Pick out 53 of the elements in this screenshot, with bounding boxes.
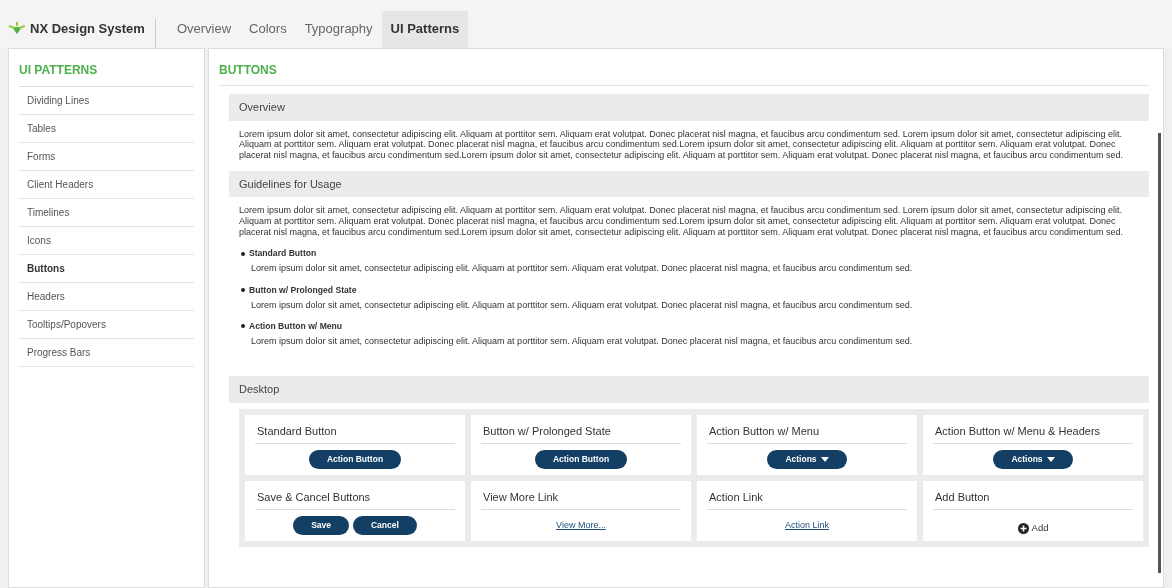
bullet-title: Standard Button: [249, 247, 317, 261]
action-button[interactable]: Save: [293, 516, 349, 536]
logo-icon: [8, 22, 26, 35]
text-link[interactable]: Action Link: [779, 518, 835, 534]
sidebar-item[interactable]: Forms: [19, 143, 194, 171]
actions-button[interactable]: Actions: [993, 450, 1073, 470]
section-heading: Desktop: [229, 376, 1149, 403]
nav-tab[interactable]: Colors: [240, 10, 296, 48]
text-link[interactable]: View More...: [550, 518, 612, 534]
caret-icon: [820, 457, 829, 463]
sidebar-title: UI PATTERNS: [19, 57, 194, 87]
bullet-title: Button w/ Prolonged State: [249, 283, 357, 297]
example-title: Standard Button: [255, 419, 455, 445]
bullet-icon: [241, 288, 245, 293]
page-title: BUTTONS: [219, 57, 1149, 86]
example-title: Action Button w/ Menu: [707, 419, 907, 445]
scrollbar[interactable]: [1158, 133, 1161, 573]
bullet-icon: [241, 251, 245, 256]
sidebar-item[interactable]: Client Headers: [19, 171, 194, 199]
bullet-icon: [241, 324, 245, 329]
sidebar-item[interactable]: Buttons: [19, 255, 194, 283]
section-text: Lorem ipsum dolor sit amet, consectetur adipiscing elit. Aliquam at porttitor sem. Aliquam erat volutpat. Donec placerat nisl magna, et faucibus arcu condimentum sed. Lorem ipsum dolor sit amet, consectetur adipiscing elit. Aliquam at porttitor sem. Aliquam erat volutpat. Donec placerat nisl magna, et faucibus arcu condimentum sed.Lorem ipsum dolor sit amet, consectetur adipiscing elit. Aliquam at porttitor sem. Aliquam erat volutpat. Donec placerat nisl magna, et faucibus arcu condimentum sed.Lorem ipsum dolor sit amet, consectetur adipiscing elit. Aliquam at porttitor sem. Aliquam erat volutpat. Donec placerat nisl magna, et faucibus arcu condimentum sed.: [239, 128, 1124, 161]
section-heading: Overview: [229, 94, 1149, 121]
nav-tab[interactable]: Overview: [167, 10, 241, 48]
sidebar-item[interactable]: Tables: [19, 115, 194, 143]
caret-icon: [1046, 457, 1055, 463]
nav-tab[interactable]: UI Patterns: [381, 10, 469, 48]
bullet-title: Action Button w/ Menu: [249, 320, 343, 333]
section-text: Lorem ipsum dolor sit amet, consectetur adipiscing elit. Aliquam at porttitor sem. Aliquam erat volutpat. Donec placerat nisl magna, et faucibus arcu condimentum sed. Lorem ipsum dolor sit amet, consectetur adipiscing elit. Aliquam at porttitor sem. Aliquam erat volutpat. Donec placerat nisl magna, et faucibus arcu condimentum sed.Lorem ipsum dolor sit amet, consectetur adipiscing elit. Aliquam at porttitor sem. Aliquam erat volutpat. Donec placerat nisl magna, et faucibus arcu condimentum sed.Lorem ipsum dolor sit amet, consectetur adipiscing elit. Aliquam at porttitor sem. Aliquam erat volutpat. Donec placerat nisl magna, et faucibus arcu condimentum sed.: [239, 205, 1124, 238]
action-button[interactable]: Action Button: [308, 450, 402, 470]
example-title: Save & Cancel Buttons: [255, 485, 455, 511]
sidebar-item[interactable]: Tooltips/Popovers: [19, 311, 194, 339]
bullet-text: Lorem ipsum dolor sit amet, consectetur adipiscing elit. Aliquam at porttitor sem. Aliquam erat volutpat. Donec placerat nisl magna, et faucibus arcu condimentum sed.: [251, 262, 914, 276]
bullet-text: Lorem ipsum dolor sit amet, consectetur adipiscing elit. Aliquam at porttitor sem. Aliquam erat volutpat. Donec placerat nisl magna, et faucibus arcu condimentum sed.: [251, 298, 914, 312]
nav-tab[interactable]: Typography: [295, 10, 382, 48]
sidebar-item[interactable]: Headers: [19, 283, 194, 311]
section-heading: Guidelines for Usage: [229, 170, 1149, 198]
example-title: Add Button: [933, 485, 1133, 511]
sidebar-item[interactable]: Dividing Lines: [19, 87, 194, 115]
action-button[interactable]: Cancel: [353, 516, 417, 536]
plus-circle-icon: [1017, 523, 1029, 534]
sidebar-item[interactable]: Timelines: [19, 199, 194, 227]
sidebar-item[interactable]: Progress Bars: [19, 339, 194, 367]
example-title: View More Link: [481, 485, 681, 511]
brand-name: NX Design System: [30, 19, 145, 38]
sidebar-item[interactable]: Icons: [19, 227, 194, 255]
add-button[interactable]: Add: [1011, 520, 1055, 537]
actions-button[interactable]: Actions: [767, 450, 847, 470]
example-title: Action Link: [707, 485, 907, 511]
example-title: Button w/ Prolonged State: [481, 419, 681, 445]
bullet-text: Lorem ipsum dolor sit amet, consectetur adipiscing elit. Aliquam at porttitor sem. Aliquam erat volutpat. Donec placerat nisl magna, et faucibus arcu condimentum sed.: [251, 334, 914, 348]
example-title: Action Button w/ Menu & Headers: [933, 419, 1133, 445]
action-button[interactable]: Action Button: [534, 450, 628, 470]
